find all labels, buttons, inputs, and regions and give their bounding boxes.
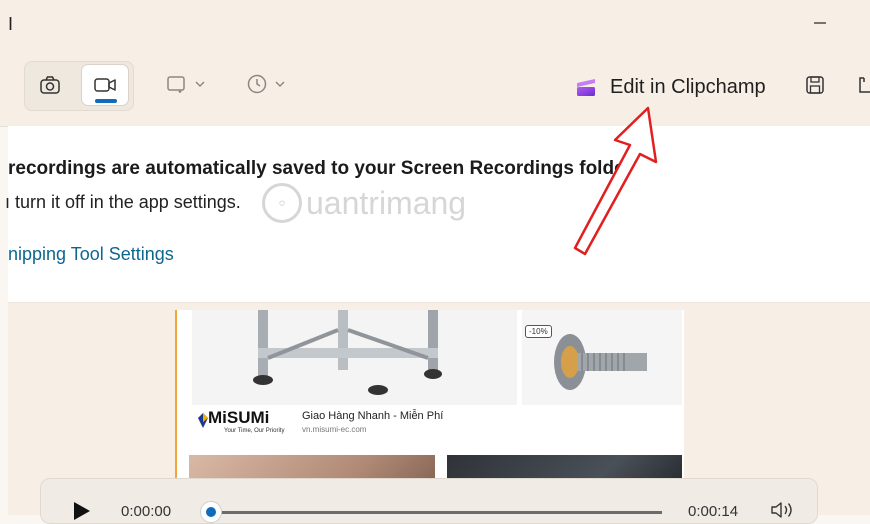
timer-dropdown[interactable] — [246, 70, 286, 98]
clipchamp-label: Edit in Clipchamp — [610, 75, 766, 98]
save-icon[interactable] — [804, 74, 826, 96]
red-arrow-annotation — [573, 106, 658, 256]
seek-thumb-dot — [206, 507, 216, 517]
camera-icon — [40, 76, 60, 94]
minimize-icon[interactable] — [812, 13, 828, 29]
misumi-tagline: Your Time, Our Priority — [224, 428, 285, 434]
autosave-subtext: ı turn it off in the app settings. — [5, 192, 241, 212]
volume-icon[interactable] — [770, 500, 796, 520]
chevron-down-icon — [195, 81, 205, 87]
title-bar — [0, 0, 870, 48]
edit-in-clipchamp-button[interactable]: Edit in Clipchamp — [574, 72, 766, 102]
watermark-text: uantrimang — [306, 184, 467, 221]
play-icon[interactable] — [70, 500, 92, 522]
snipping-tool-settings-link[interactable]: nipping Tool Settings — [8, 244, 174, 265]
ad-url: vn.misumi-ec.com — [302, 425, 367, 434]
watermark: ◦ uantrimang — [262, 183, 466, 223]
ad-image-frame — [192, 310, 517, 405]
clock-icon — [247, 74, 267, 94]
watermark-logo-icon: ◦ — [262, 183, 302, 223]
window-title: I — [8, 14, 14, 34]
video-camera-icon — [94, 78, 116, 92]
selected-mode-indicator — [95, 99, 117, 103]
clipchamp-icon — [577, 79, 595, 96]
screenshot-mode-button[interactable] — [27, 65, 73, 105]
total-time: 0:00:14 — [688, 503, 739, 520]
copy-icon[interactable] — [858, 74, 870, 96]
current-time: 0:00:00 — [121, 503, 172, 520]
misumi-brand: MiSUMi — [208, 408, 270, 427]
autosave-notice: recordings are automatically saved to yo… — [8, 158, 633, 179]
capture-shape-dropdown[interactable] — [166, 70, 206, 98]
discount-badge: -10% — [525, 325, 552, 338]
rectangle-capture-icon — [167, 76, 185, 93]
chevron-down-icon — [275, 81, 285, 87]
ad-headline: Giao Hàng Nhanh - Miễn Phí — [302, 410, 444, 422]
aluminum-frame-image — [253, 310, 442, 395]
